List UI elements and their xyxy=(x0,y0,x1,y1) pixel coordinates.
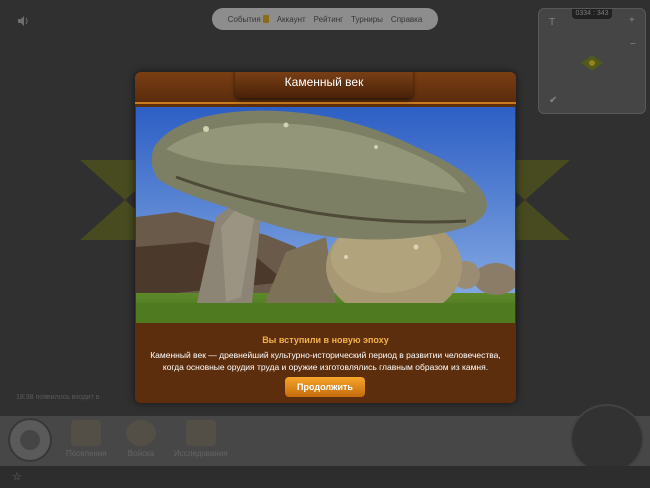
era-heading: Вы вступили в новую эпоху xyxy=(262,335,389,345)
era-description: Каменный век — древнейший культурно-исто… xyxy=(150,350,501,372)
dolmen-photo xyxy=(136,107,515,323)
era-dialog: Каменный век Вы вступили в новую эпоху К… xyxy=(135,72,516,403)
dialog-title: Каменный век xyxy=(235,72,413,98)
continue-button[interactable]: Продолжить xyxy=(285,377,365,397)
